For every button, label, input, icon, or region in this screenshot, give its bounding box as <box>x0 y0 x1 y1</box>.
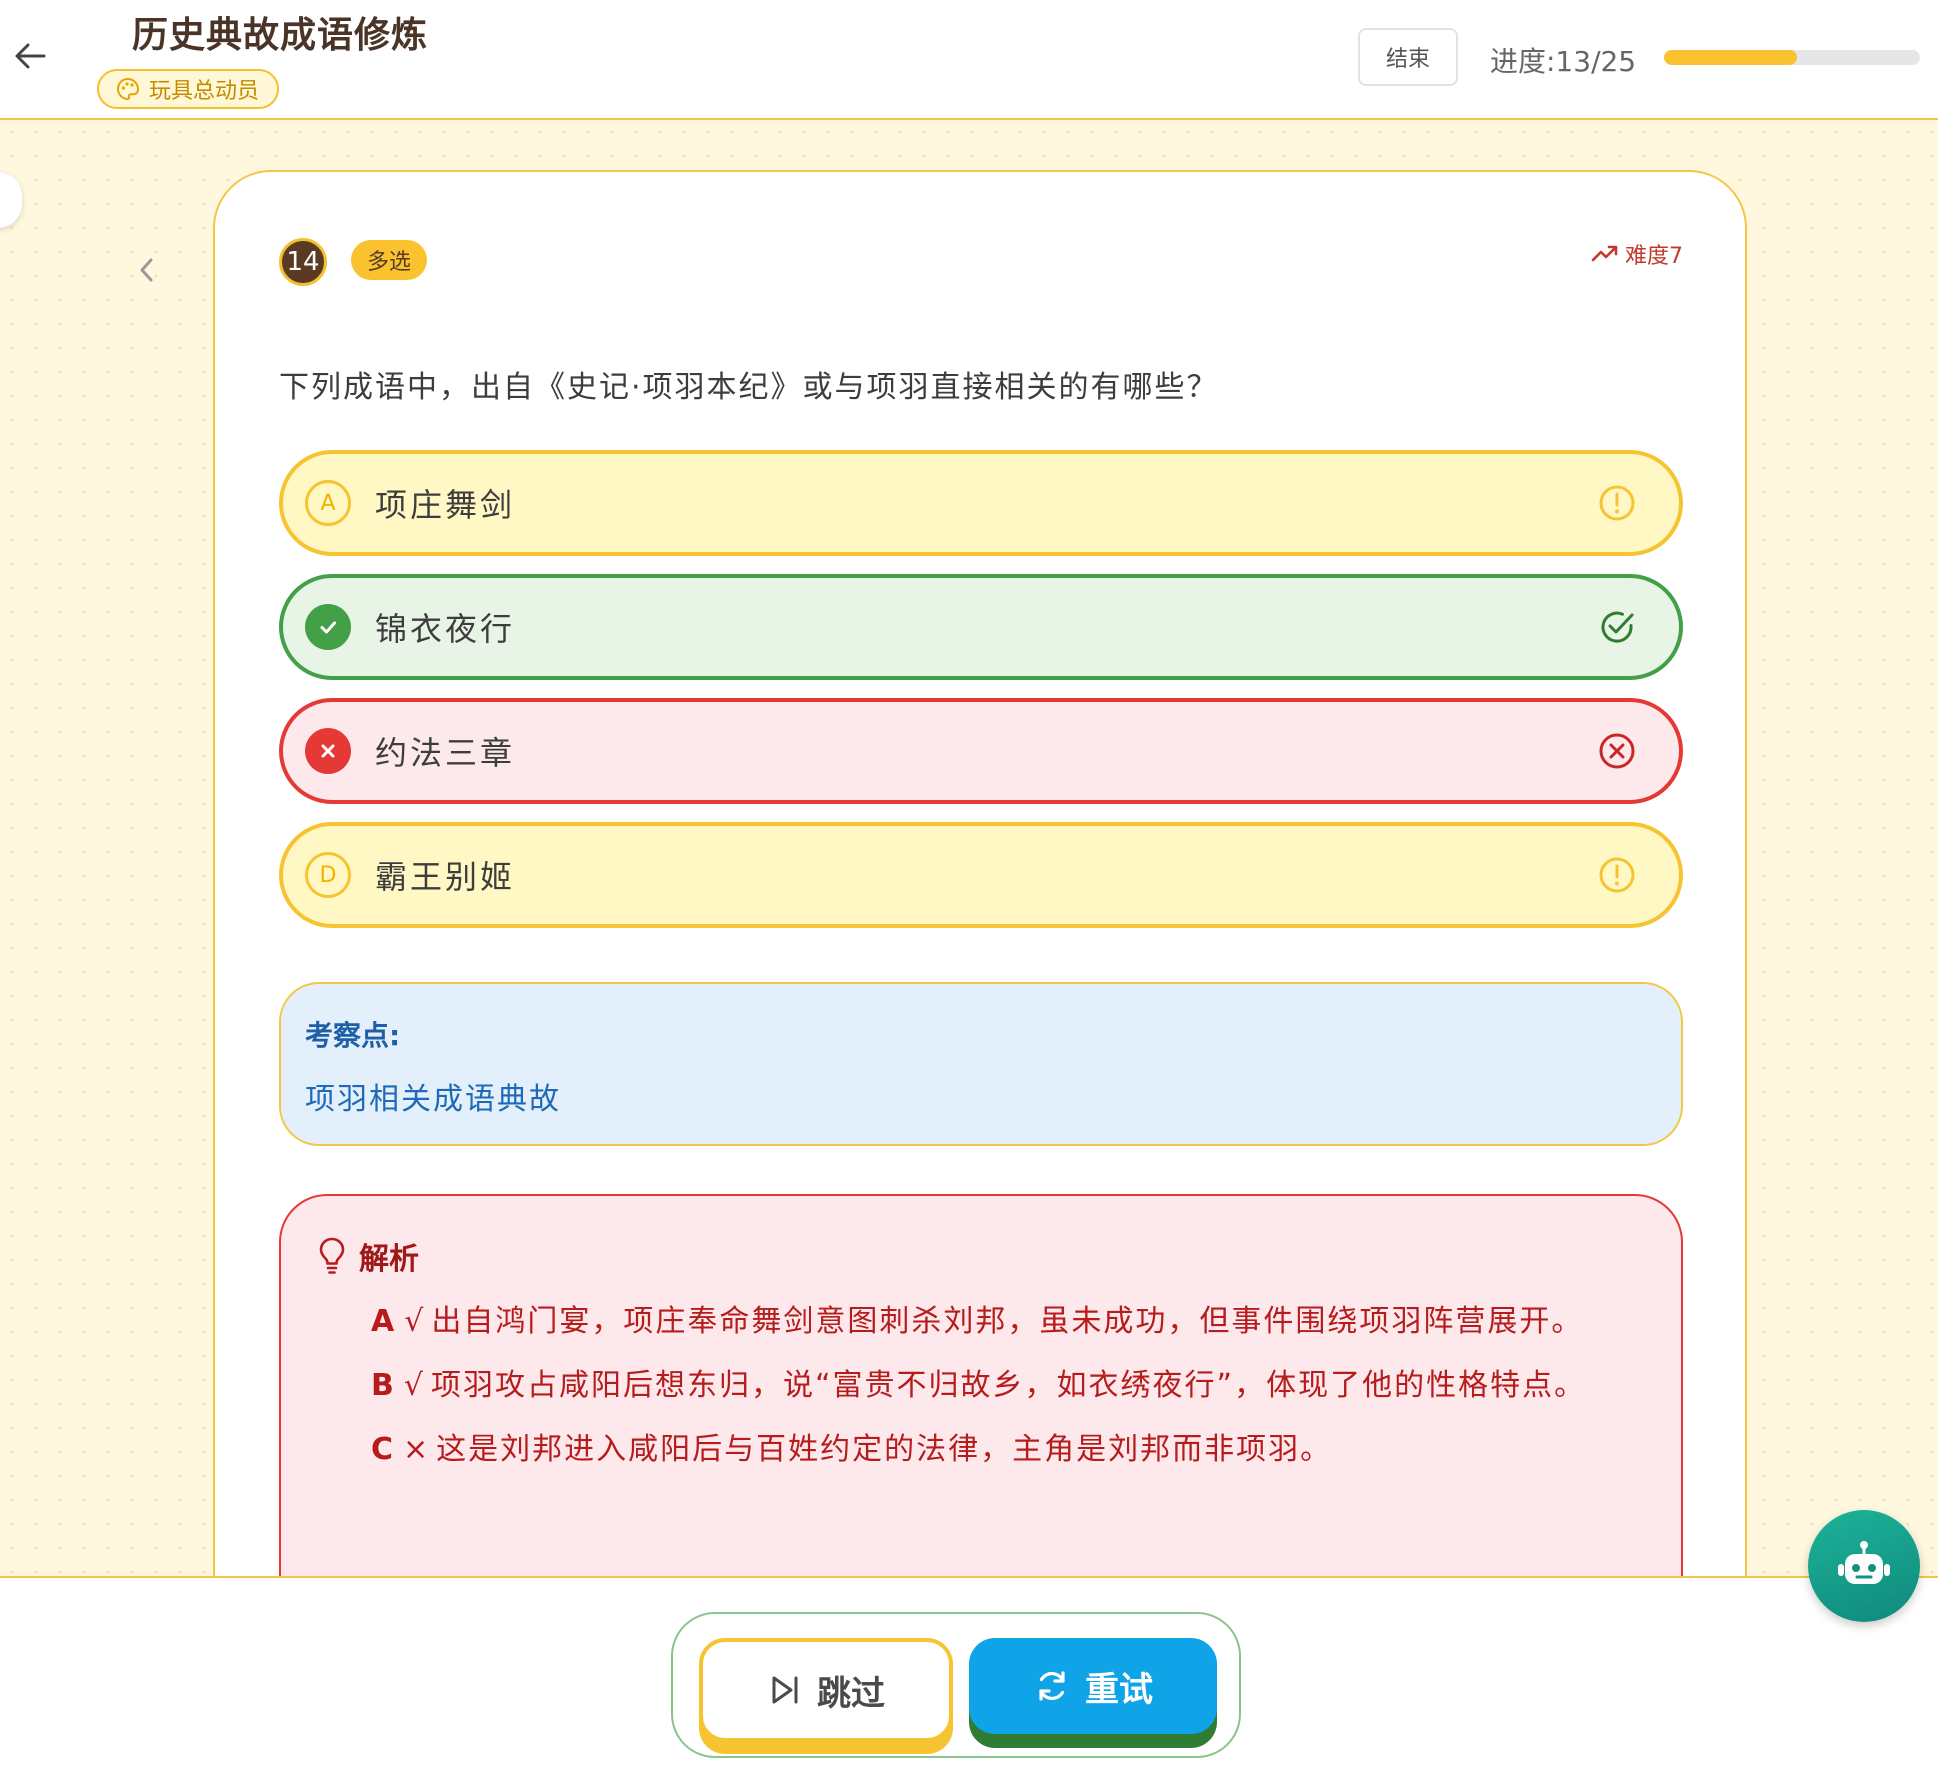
option-c-x-marker <box>305 728 351 774</box>
analysis-item-mark: √ <box>403 1368 425 1403</box>
side-drawer-handle[interactable] <box>0 172 22 228</box>
option-b-check-marker <box>305 604 351 650</box>
option-b-text: 锦衣夜行 <box>375 610 516 648</box>
progress-bar-fill <box>1664 50 1798 65</box>
option-d-text: 霸王别姬 <box>375 858 516 896</box>
analysis-item: C × 这是刘邦进入咸阳后与百姓约定的法律，主角是刘邦而非项羽。 <box>371 1424 1601 1476</box>
retry-button[interactable]: 重试 <box>969 1638 1217 1734</box>
chevron-left-icon[interactable] <box>132 250 160 290</box>
topic-label: 考察点: <box>305 1019 401 1052</box>
alert-circle-icon <box>1599 485 1635 521</box>
bottom-action-bar: 跳过 重试 <box>0 1576 1938 1772</box>
page-title: 历史典故成语修炼 <box>132 15 429 56</box>
skip-button[interactable]: 跳过 <box>699 1638 953 1742</box>
analysis-box: 解析 A √ 出自鸿门宴，项庄奉命舞剑意图刺杀刘邦，虽未成功，但事件围绕项羽阵营展开… <box>279 1194 1683 1578</box>
analysis-item: B √ 项羽攻占咸阳后想东归，说“富贵不归故乡，如衣绣夜行”，体现了他的性格特点。 <box>371 1360 1601 1412</box>
progress-label: 进度:13/25 <box>1490 45 1637 78</box>
trend-up-icon <box>1591 245 1618 262</box>
assistant-button[interactable] <box>1808 1510 1920 1622</box>
option-d-letter: D <box>305 852 351 898</box>
analysis-item-text: 出自鸿门宴，项庄奉命舞剑意图刺杀刘邦，虽未成功，但事件围绕项羽阵营展开。 <box>431 1304 1584 1339</box>
question-number-badge: 14 <box>279 238 327 286</box>
palette-icon <box>116 77 140 101</box>
progress-bar <box>1664 50 1920 65</box>
main-area: 14 多选 难度7 下列成语中，出自《史记·项羽本纪》或与项羽直接相关的有哪些？… <box>0 120 1938 1578</box>
analysis-item-letter: C <box>371 1432 396 1467</box>
x-icon <box>321 744 335 758</box>
end-button[interactable]: 结束 <box>1358 28 1458 86</box>
difficulty-indicator: 难度7 <box>1591 238 1683 270</box>
option-b[interactable]: 锦衣夜行 <box>279 574 1683 680</box>
theme-chip[interactable]: 玩具总动员 <box>97 69 280 109</box>
analysis-header: 解析 <box>317 1234 419 1278</box>
option-c[interactable]: 约法三章 <box>279 698 1683 804</box>
topic-box: 考察点: 项羽相关成语典故 <box>279 982 1683 1146</box>
retry-label: 重试 <box>1085 1669 1153 1710</box>
lightbulb-icon <box>319 1237 345 1274</box>
analysis-item-letter: B <box>371 1368 396 1403</box>
option-a-letter: A <box>305 480 351 526</box>
option-c-text: 约法三章 <box>375 734 516 772</box>
option-a[interactable]: A 项庄舞剑 <box>279 450 1683 556</box>
analysis-item-text: 这是刘邦进入咸阳后与百姓约定的法律，主角是刘邦而非项羽。 <box>436 1432 1333 1467</box>
analysis-list: A √ 出自鸿门宴，项庄奉命舞剑意图刺杀刘邦，虽未成功，但事件围绕项羽阵营展开。 B… <box>371 1296 1601 1488</box>
analysis-title: 解析 <box>359 1242 419 1277</box>
topic-value: 项羽相关成语典故 <box>305 1082 561 1117</box>
theme-chip-label: 玩具总动员 <box>149 79 260 104</box>
analysis-item-letter: A <box>371 1304 397 1339</box>
top-header: 历史典故成语修炼 玩具总动员 结束 进度:13/25 <box>0 0 1938 120</box>
x-circle-icon <box>1599 733 1635 769</box>
analysis-item-mark: × <box>403 1432 431 1467</box>
analysis-item-mark: √ <box>404 1304 426 1339</box>
question-text: 下列成语中，出自《史记·项羽本纪》或与项羽直接相关的有哪些？ <box>279 370 1219 405</box>
option-d[interactable]: D 霸王别姬 <box>279 822 1683 928</box>
question-card: 14 多选 难度7 下列成语中，出自《史记·项羽本纪》或与项羽直接相关的有哪些？… <box>213 170 1747 1578</box>
option-a-text: 项庄舞剑 <box>375 486 516 524</box>
alert-circle-icon <box>1599 857 1635 893</box>
robot-icon <box>1838 1541 1890 1584</box>
back-arrow-icon[interactable] <box>10 36 50 76</box>
action-group: 跳过 重试 <box>671 1612 1241 1758</box>
analysis-item: A √ 出自鸿门宴，项庄奉命舞剑意图刺杀刘邦，虽未成功，但事件围绕项羽阵营展开。 <box>371 1296 1601 1348</box>
check-circle-icon <box>1601 611 1634 643</box>
question-type-badge: 多选 <box>351 240 428 280</box>
check-icon <box>320 621 336 634</box>
skip-label: 跳过 <box>817 1673 885 1714</box>
analysis-item-text: 项羽攻占咸阳后想东归，说“富贵不归故乡，如衣绣夜行”，体现了他的性格特点。 <box>431 1368 1587 1403</box>
skip-icon <box>772 1676 798 1704</box>
difficulty-label: 难度7 <box>1625 244 1683 269</box>
refresh-icon <box>1039 1671 1065 1701</box>
